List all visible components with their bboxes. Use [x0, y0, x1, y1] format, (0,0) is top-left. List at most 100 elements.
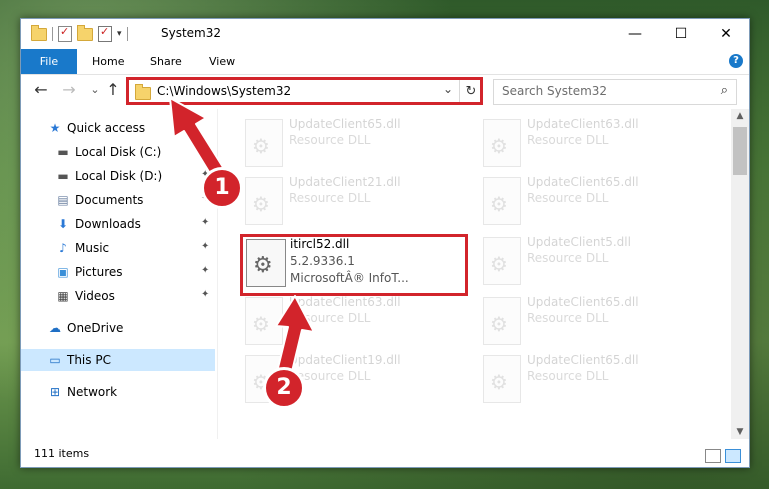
file-item[interactable]: UpdateClient63.dll Resource DLL [479, 113, 709, 173]
ribbon-tabs: File Home Share View ? [21, 49, 749, 75]
file-description: Resource DLL [289, 311, 371, 325]
file-name: UpdateClient65.dll [289, 117, 401, 131]
file-description: Resource DLL [289, 133, 371, 147]
file-item[interactable]: UpdateClient65.dll Resource DLL [479, 171, 709, 231]
maximize-button[interactable]: ☐ [658, 19, 704, 49]
status-bar: 111 items [21, 443, 749, 467]
properties-icon[interactable] [58, 25, 72, 42]
sidebar-item-onedrive[interactable]: ☁ OneDrive [21, 317, 215, 339]
downloads-icon: ⬇ [57, 217, 69, 231]
sidebar-item-label: Local Disk (D:) [75, 169, 163, 183]
tiles-view-icon[interactable] [725, 449, 741, 463]
tab-share[interactable]: Share [150, 49, 182, 74]
sidebar-item-label: Documents [75, 193, 144, 207]
file-item[interactable]: UpdateClient65.dll Resource DLL [241, 113, 471, 173]
sidebar-item-label: Quick access [67, 121, 146, 135]
file-name: UpdateClient5.dll [527, 235, 631, 249]
file-explorer-window: ▾ System32 — ☐ ✕ File Home Share View ? … [20, 18, 750, 468]
file-item[interactable]: UpdateClient5.dll Resource DLL [479, 231, 709, 291]
sidebar-item-local-disk-c[interactable]: ▬ Local Disk (C:) ✦ [21, 141, 215, 163]
forward-button[interactable]: → [59, 79, 79, 101]
computer-icon: ▭ [49, 353, 61, 367]
window-title: System32 [161, 26, 222, 40]
drive-icon: ▬ [57, 169, 69, 183]
sidebar-item-label: Downloads [75, 217, 141, 231]
scroll-up-icon[interactable]: ▲ [731, 111, 749, 121]
documents-icon: ▤ [57, 193, 69, 207]
details-view-icon[interactable] [705, 449, 721, 463]
sidebar-item-local-disk-d[interactable]: ▬ Local Disk (D:) ✦ [21, 165, 215, 187]
sidebar-item-pictures[interactable]: ▣ Pictures ✦ [21, 261, 215, 283]
sidebar-item-network[interactable]: ⊞ Network [21, 381, 215, 403]
sidebar-item-label: Network [67, 385, 118, 399]
new-folder-icon[interactable] [77, 24, 93, 41]
file-name: UpdateClient63.dll [527, 117, 639, 131]
help-icon[interactable]: ? [729, 54, 743, 68]
star-icon: ★ [49, 121, 61, 135]
file-name: UpdateClient65.dll [527, 295, 639, 309]
search-input[interactable]: Search System32 [502, 84, 607, 98]
search-box[interactable]: Search System32 ⌕ [493, 79, 737, 105]
pin-icon: ✦ [201, 241, 210, 252]
sidebar-item-videos[interactable]: ▦ Videos ✦ [21, 285, 215, 307]
sidebar-item-label: This PC [67, 353, 111, 367]
step-2-badge: 2 [263, 367, 305, 409]
file-item[interactable]: UpdateClient21.dll Resource DLL [241, 171, 471, 231]
dll-file-icon [483, 119, 521, 167]
file-description: Resource DLL [527, 251, 609, 265]
sidebar-item-label: OneDrive [67, 321, 124, 335]
dll-file-icon [245, 119, 283, 167]
toolbar-separator [52, 27, 53, 41]
tab-view[interactable]: View [209, 49, 235, 74]
toolbar-dropdown-icon[interactable]: ▾ [117, 29, 122, 39]
item-count: 111 items [34, 447, 90, 460]
music-icon: ♪ [59, 241, 67, 255]
vertical-scrollbar[interactable]: ▲ ▼ [731, 109, 749, 439]
pin-icon: ✦ [201, 289, 210, 300]
file-item[interactable]: UpdateClient63.dll Resource DLL [241, 291, 471, 351]
tab-file[interactable]: File [21, 49, 77, 74]
address-bar-highlight [126, 77, 483, 105]
dll-file-icon [483, 297, 521, 345]
dll-file-icon [483, 177, 521, 225]
pin-icon: ✦ [201, 145, 210, 156]
file-name: UpdateClient19.dll [289, 353, 401, 367]
file-name: UpdateClient65.dll [527, 353, 639, 367]
title-bar: ▾ System32 — ☐ ✕ [21, 19, 749, 49]
file-name: UpdateClient63.dll [289, 295, 401, 309]
tab-home[interactable]: Home [92, 49, 124, 74]
dll-file-icon [245, 177, 283, 225]
up-button[interactable]: ↑ [103, 79, 123, 101]
file-description: Resource DLL [527, 191, 609, 205]
file-description: Resource DLL [289, 191, 371, 205]
recent-locations-button[interactable]: ⌄ [85, 79, 105, 101]
minimize-button[interactable]: — [612, 19, 658, 49]
pin-icon: ✦ [201, 265, 210, 276]
drive-icon: ▬ [57, 145, 69, 159]
sidebar-item-quick-access[interactable]: ★ Quick access [21, 117, 215, 139]
file-description: Resource DLL [527, 133, 609, 147]
file-item[interactable]: UpdateClient65.dll Resource DLL [479, 291, 709, 351]
sidebar-item-music[interactable]: ♪ Music ✦ [21, 237, 215, 259]
scroll-thumb[interactable] [733, 127, 747, 175]
sidebar-item-label: Pictures [75, 265, 123, 279]
sidebar-item-this-pc[interactable]: ▭ This PC [21, 349, 215, 371]
close-button[interactable]: ✕ [703, 19, 749, 49]
quick-access-toolbar: ▾ [31, 24, 128, 42]
pictures-icon: ▣ [57, 265, 69, 279]
scroll-down-icon[interactable]: ▼ [731, 427, 749, 437]
dll-file-icon [245, 297, 283, 345]
navigation-pane: ★ Quick access ▬ Local Disk (C:) ✦ ▬ Loc… [21, 109, 215, 439]
search-icon: ⌕ [720, 83, 728, 98]
customize-icon[interactable] [98, 25, 112, 42]
sidebar-item-downloads[interactable]: ⬇ Downloads ✦ [21, 213, 215, 235]
videos-icon: ▦ [57, 289, 69, 303]
file-item[interactable]: UpdateClient65.dll Resource DLL [479, 349, 709, 409]
pane-divider[interactable] [217, 109, 218, 439]
sidebar-item-documents[interactable]: ▤ Documents ✦ [21, 189, 215, 211]
back-button[interactable]: ← [31, 79, 51, 101]
step-1-badge: 1 [201, 167, 243, 209]
file-highlight [240, 234, 468, 296]
toolbar-separator [126, 27, 128, 41]
folder-icon[interactable] [31, 24, 47, 41]
